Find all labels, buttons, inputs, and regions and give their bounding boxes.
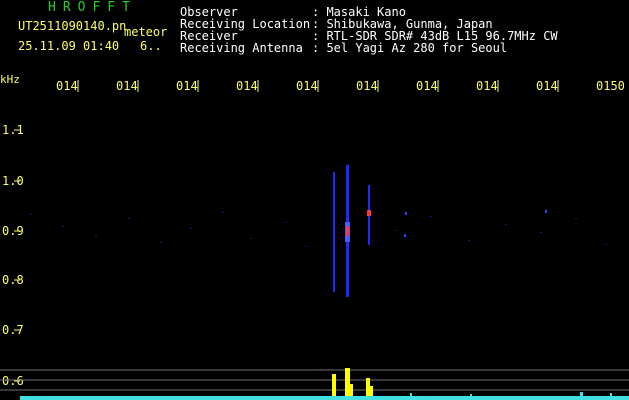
- histogram-floor: [20, 396, 629, 400]
- noise-speck: [30, 214, 32, 215]
- noise-speck: [62, 226, 64, 227]
- noise-speck: [540, 232, 542, 233]
- noise-speck: [160, 242, 162, 243]
- echo-trace: [333, 172, 335, 292]
- echo-peak: [346, 226, 349, 236]
- histogram-bar: [345, 368, 350, 400]
- noise-speck: [505, 224, 507, 225]
- histogram-spike: [580, 392, 583, 400]
- noise-speck: [128, 218, 130, 219]
- histogram-spike: [410, 393, 412, 400]
- noise-speck: [575, 218, 577, 219]
- histogram-spike: [610, 393, 612, 400]
- noise-speck: [468, 240, 470, 241]
- noise-speck: [250, 238, 252, 239]
- noise-speck: [605, 244, 607, 245]
- hrofft-display: HROFFT UT2511090140.pn meteor 25.11.09 0…: [0, 0, 629, 400]
- noise-speck: [285, 222, 287, 223]
- x-tick-marks: [77, 80, 559, 92]
- noise-speck: [395, 230, 397, 231]
- echo-speck: [404, 234, 406, 237]
- noise-band: [30, 212, 607, 247]
- noise-speck: [95, 236, 97, 237]
- detection-histogram: [332, 368, 373, 400]
- noise-speck: [305, 246, 307, 247]
- histogram-baselines: [0, 369, 629, 391]
- echo-peak: [367, 210, 371, 216]
- histogram-spike: [470, 394, 472, 400]
- y-tick-marks: [14, 129, 20, 382]
- echo-speck: [405, 212, 407, 215]
- meteor-echoes: [333, 165, 547, 297]
- echo-speck: [545, 210, 547, 213]
- noise-speck: [430, 216, 432, 217]
- spectrogram-canvas: [0, 80, 629, 400]
- noise-speck: [222, 212, 224, 213]
- noise-histogram: [20, 392, 629, 400]
- noise-speck: [190, 228, 192, 229]
